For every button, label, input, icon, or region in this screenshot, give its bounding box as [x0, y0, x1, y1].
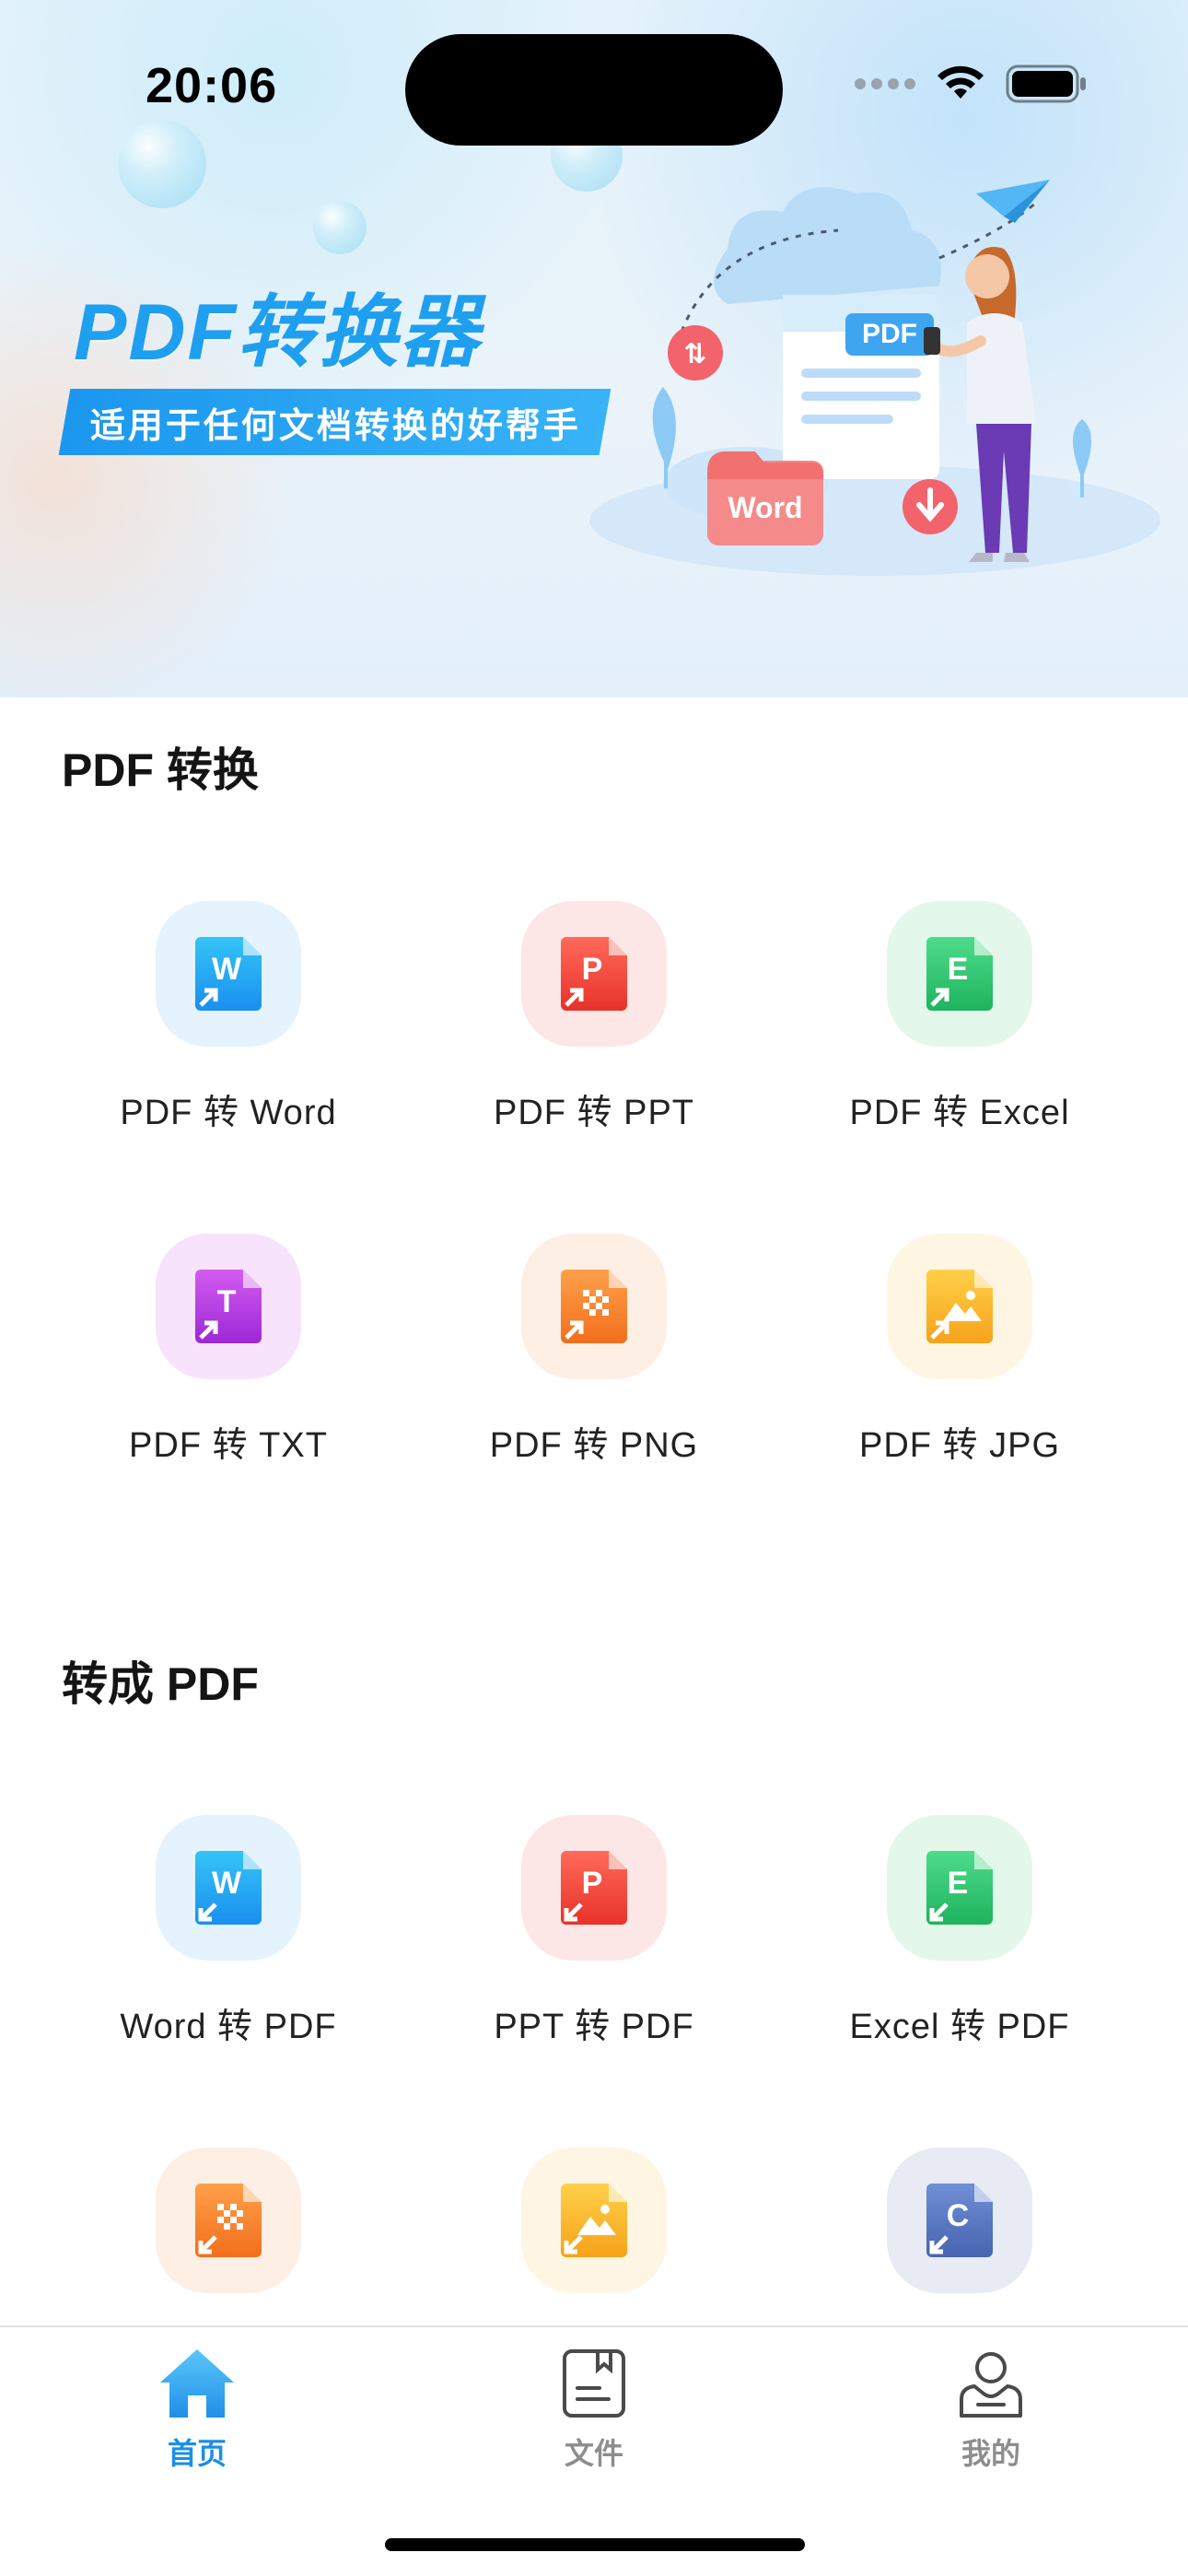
hero-banner: 20:06 PDF转换器 适用于任何文档转换的好帮手 PDF Word ⇅ — [0, 0, 1188, 697]
tile-excel-to-pdf[interactable]: E Excel 转 PDF — [775, 1815, 1144, 2048]
home-indicator — [385, 2538, 805, 2551]
tile-label: PDF 转 Excel — [849, 1094, 1070, 1132]
jpg-icon — [926, 1270, 993, 1343]
tab-files[interactable]: 文件 — [502, 2348, 686, 2473]
icon-bg — [156, 2148, 301, 2293]
icon-bg: T — [156, 1234, 301, 1379]
illustration-pdf-badge: PDF — [862, 319, 917, 349]
excel-icon: E — [926, 937, 993, 1011]
icon-bg: W — [156, 1815, 301, 1961]
section-title-to-pdf: 转成 PDF — [62, 1658, 259, 1710]
status-time: 20:06 — [146, 58, 278, 113]
icon-bg — [521, 2148, 667, 2293]
svg-text:W: W — [212, 1866, 242, 1901]
svg-text:C: C — [947, 2198, 970, 2233]
tile-png-to-pdf[interactable] — [44, 2148, 413, 2293]
hero-illustration: PDF Word ⇅ — [589, 180, 1160, 576]
tile-label: PDF 转 JPG — [858, 1426, 1061, 1465]
icon-bg: P — [521, 1815, 667, 1961]
status-icons — [855, 64, 1089, 103]
tile-pdf-to-png[interactable]: PDF 转 PNG — [410, 1234, 778, 1467]
tile-label: PDF 转 Word — [120, 1094, 337, 1132]
tile-label: PDF 转 PNG — [489, 1426, 699, 1465]
tile-ppt-to-pdf[interactable]: P PPT 转 PDF — [410, 1815, 778, 2048]
svg-text:P: P — [582, 1866, 603, 1901]
tab-home[interactable]: 首页 — [105, 2348, 289, 2473]
tile-pdf-to-ppt[interactable]: P PDF 转 PPT — [410, 901, 778, 1134]
file-icon — [563, 2349, 625, 2418]
svg-text:W: W — [212, 952, 242, 987]
cellular-signal-icon — [855, 78, 915, 89]
decor-bubble — [118, 120, 206, 208]
tab-profile[interactable]: 我的 — [899, 2348, 1083, 2473]
tile-pdf-to-txt[interactable]: T PDF 转 TXT — [44, 1234, 413, 1467]
jpg-icon — [561, 2184, 627, 2257]
hero-subtitle: 适用于任何文档转换的好帮手 — [90, 406, 582, 446]
tab-label: 文件 — [564, 2437, 623, 2470]
svg-text:E: E — [948, 952, 969, 987]
ppt-icon: P — [561, 937, 627, 1011]
icon-bg: P — [521, 901, 667, 1047]
home-icon — [160, 2349, 234, 2418]
battery-icon — [1006, 64, 1086, 103]
svg-text:P: P — [582, 952, 603, 987]
tile-label: Excel 转 PDF — [849, 2008, 1070, 2046]
profile-icon — [960, 2352, 1022, 2418]
illustration-word-folder: Word — [728, 491, 802, 524]
icon-bg: C — [887, 2148, 1032, 2293]
section-title-pdf-convert: PDF 转换 — [62, 744, 259, 796]
ppt-icon: P — [561, 1851, 627, 1925]
png-icon — [195, 2184, 262, 2257]
wifi-icon — [938, 65, 984, 99]
decor-bubble — [313, 201, 367, 254]
excel-icon: E — [926, 1851, 993, 1925]
tile-pdf-to-excel[interactable]: E PDF 转 Excel — [775, 901, 1144, 1134]
tab-label: 首页 — [167, 2437, 227, 2470]
svg-text:⇅: ⇅ — [683, 338, 706, 370]
c-file-icon: C — [926, 2184, 993, 2257]
hero-title: PDF转换器 — [74, 288, 481, 377]
tile-label: PPT 转 PDF — [494, 2008, 694, 2046]
tile-pdf-to-jpg[interactable]: PDF 转 JPG — [775, 1234, 1144, 1467]
tab-label: 我的 — [961, 2437, 1020, 2470]
tile-word-to-pdf[interactable]: W Word 转 PDF — [44, 1815, 413, 2048]
tile-label: Word 转 PDF — [120, 2008, 337, 2046]
tile-c-to-pdf[interactable]: C — [775, 2148, 1144, 2293]
icon-bg — [887, 1234, 1032, 1379]
word-icon: W — [195, 1851, 262, 1925]
dynamic-island — [405, 34, 783, 146]
icon-bg: E — [887, 901, 1032, 1047]
hero-subtitle-banner: 适用于任何文档转换的好帮手 — [58, 389, 611, 455]
svg-text:E: E — [948, 1866, 969, 1901]
tile-pdf-to-word[interactable]: W PDF 转 Word — [44, 901, 413, 1134]
txt-icon: T — [195, 1270, 262, 1343]
icon-bg — [521, 1234, 667, 1379]
icon-bg: W — [156, 901, 301, 1047]
tile-label: PDF 转 PPT — [493, 1094, 695, 1132]
word-icon: W — [195, 937, 262, 1011]
png-icon — [561, 1270, 627, 1343]
icon-bg: E — [887, 1815, 1032, 1961]
tile-jpg-to-pdf[interactable] — [410, 2148, 778, 2293]
svg-text:T: T — [217, 1284, 237, 1319]
tile-label: PDF 转 TXT — [129, 1426, 328, 1465]
